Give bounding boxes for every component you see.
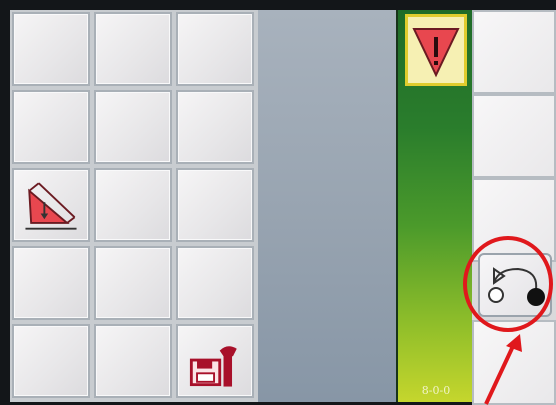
- function-button-r1c1[interactable]: [12, 12, 90, 86]
- save-settings-icon: [189, 346, 237, 387]
- function-button-r3c3[interactable]: [176, 168, 254, 242]
- center-display-panel: [258, 10, 396, 402]
- function-button-r5c2[interactable]: [94, 324, 172, 398]
- tilt-button[interactable]: [12, 168, 90, 242]
- function-button-r4c2[interactable]: [94, 246, 172, 320]
- function-button-r3c2[interactable]: [94, 168, 172, 242]
- right-button-1[interactable]: [472, 10, 556, 94]
- warning-triangle-icon: [412, 28, 460, 78]
- function-button-r1c2[interactable]: [94, 12, 172, 86]
- pointer-arrow-icon: [484, 334, 522, 405]
- function-button-r4c3[interactable]: [176, 246, 254, 320]
- right-button-2[interactable]: [472, 94, 556, 178]
- function-button-r2c3[interactable]: [176, 90, 254, 164]
- function-button-r2c1[interactable]: [12, 90, 90, 164]
- warning-button[interactable]: [405, 14, 467, 86]
- function-button-r2c2[interactable]: [94, 90, 172, 164]
- function-button-r5c1[interactable]: [12, 324, 90, 398]
- tilt-slope-icon: [25, 182, 77, 230]
- function-button-r4c1[interactable]: [12, 246, 90, 320]
- display-screen: 8-0-0: [0, 0, 556, 405]
- meter-reading: 8-0-0: [421, 384, 451, 397]
- function-button-r1c3[interactable]: [176, 12, 254, 86]
- save-settings-button[interactable]: [176, 324, 254, 398]
- function-button-grid: [10, 10, 258, 402]
- highlight-circle: [463, 236, 553, 332]
